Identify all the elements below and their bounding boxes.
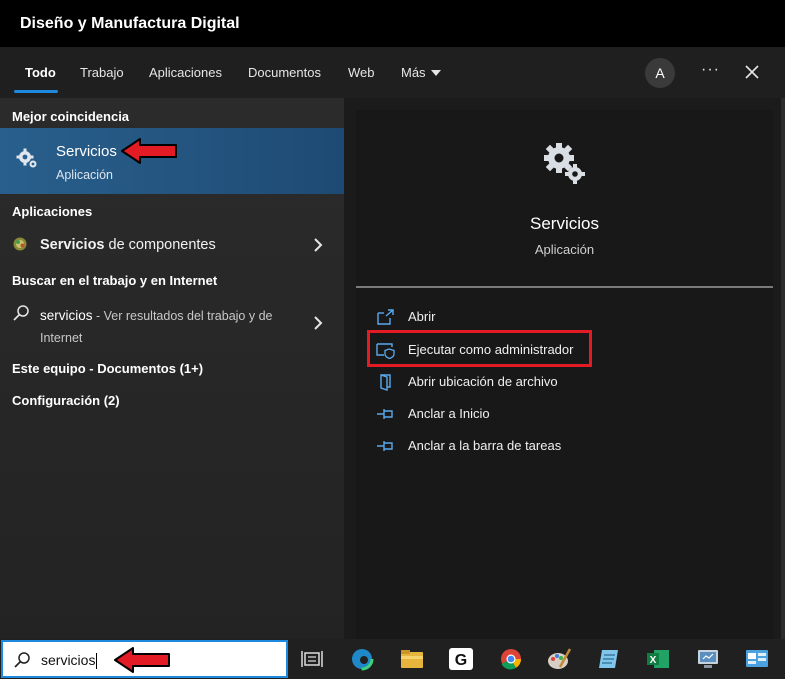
search-icon — [13, 305, 29, 321]
close-icon[interactable] — [744, 64, 760, 80]
chevron-right-icon[interactable] — [313, 316, 323, 330]
more-options-button[interactable]: ··· — [701, 61, 720, 79]
title-bar: Diseño y Manufactura Digital — [0, 0, 785, 47]
control-panel-icon[interactable] — [744, 647, 770, 671]
best-match-title: Mejor coincidencia — [12, 109, 130, 124]
preview-app-name: Servicios — [530, 214, 599, 233]
paint-icon[interactable] — [546, 647, 572, 671]
taskbar: servicios G X — [0, 639, 785, 679]
tab-web[interactable]: Web — [348, 65, 375, 80]
text-cursor — [96, 653, 98, 670]
action-pin-taskbar[interactable]: Anclar a la barra de tareas — [376, 435, 756, 457]
list-item[interactable]: Servicios de componentes — [0, 230, 344, 260]
action-pin-start[interactable]: Anclar a Inicio — [376, 403, 756, 425]
tab-mas-label: Más — [401, 65, 426, 80]
remote-icon[interactable] — [695, 647, 721, 671]
pin-icon — [377, 409, 393, 419]
tab-trabajo[interactable]: Trabajo — [80, 65, 124, 80]
chevron-down-icon — [430, 69, 441, 76]
preview-pane: Servicios Aplicación Abrir Ejecutar como… — [356, 110, 773, 639]
web-hint-line2: Internet — [40, 331, 83, 345]
this-pc-documents[interactable]: Este equipo - Documentos (1+) — [12, 361, 203, 376]
edge-icon[interactable] — [349, 647, 375, 671]
avatar[interactable]: A — [645, 58, 675, 88]
task-view-icon[interactable] — [299, 647, 325, 671]
search-icon — [14, 652, 30, 668]
highlight-box-annotation — [367, 330, 592, 367]
app-name-bold: Servicios — [40, 237, 105, 253]
red-arrow-annotation — [114, 647, 170, 673]
tab-todo[interactable]: Todo — [25, 65, 56, 80]
search-header: Todo Trabajo Aplicaciones Documentos Web… — [0, 47, 785, 98]
active-tab-indicator — [14, 90, 58, 93]
web-search-item[interactable]: servicios - Ver resultados del trabajo y… — [0, 298, 344, 346]
folder-icon — [380, 374, 391, 391]
web-query: servicios — [40, 308, 93, 323]
action-open-file-location[interactable]: Abrir ubicación de archivo — [376, 371, 756, 393]
red-arrow-annotation — [121, 138, 177, 164]
web-hint-line1: - Ver resultados del trabajo y de — [92, 309, 273, 323]
excel-icon[interactable]: X — [645, 647, 671, 671]
search-input[interactable]: servicios — [41, 652, 98, 670]
component-services-icon — [13, 237, 27, 251]
divider — [356, 286, 773, 288]
gear-icon — [16, 148, 37, 168]
tab-aplicaciones[interactable]: Aplicaciones — [149, 65, 222, 80]
scrollbar[interactable] — [781, 98, 785, 639]
action-label: Anclar a la barra de tareas — [408, 438, 562, 453]
svg-text:G: G — [455, 652, 467, 669]
preview-app-type: Aplicación — [534, 242, 595, 257]
svg-text:X: X — [650, 655, 657, 666]
action-open[interactable]: Abrir — [376, 306, 756, 328]
tab-documentos[interactable]: Documentos — [248, 65, 321, 80]
chrome-icon[interactable] — [498, 647, 524, 671]
results-pane: Mejor coincidencia Servicios Aplicación … — [0, 98, 344, 639]
notepad-icon[interactable] — [596, 647, 622, 671]
gear-icon — [544, 143, 585, 184]
avatar-letter: A — [655, 65, 665, 81]
best-match-type: Aplicación — [56, 168, 113, 182]
pin-icon — [377, 441, 393, 451]
apps-section-title: Aplicaciones — [12, 204, 93, 219]
chevron-right-icon[interactable] — [313, 238, 323, 252]
action-label: Anclar a Inicio — [408, 406, 490, 421]
open-icon — [377, 309, 394, 325]
best-match-name: Servicios — [56, 143, 117, 160]
search-value: servicios — [41, 652, 96, 668]
action-label: Abrir ubicación de archivo — [408, 374, 558, 389]
settings-results[interactable]: Configuración (2) — [12, 393, 120, 408]
tab-mas[interactable]: Más — [401, 65, 441, 80]
file-explorer-icon[interactable] — [399, 647, 425, 671]
web-section-title: Buscar en el trabajo y en Internet — [12, 273, 218, 288]
window-title: Diseño y Manufactura Digital — [20, 15, 240, 32]
taskbar-search-box[interactable]: servicios — [1, 640, 288, 678]
app-name-rest: de componentes — [104, 237, 216, 253]
g-app-icon[interactable]: G — [448, 647, 474, 671]
action-label: Abrir — [408, 309, 436, 324]
